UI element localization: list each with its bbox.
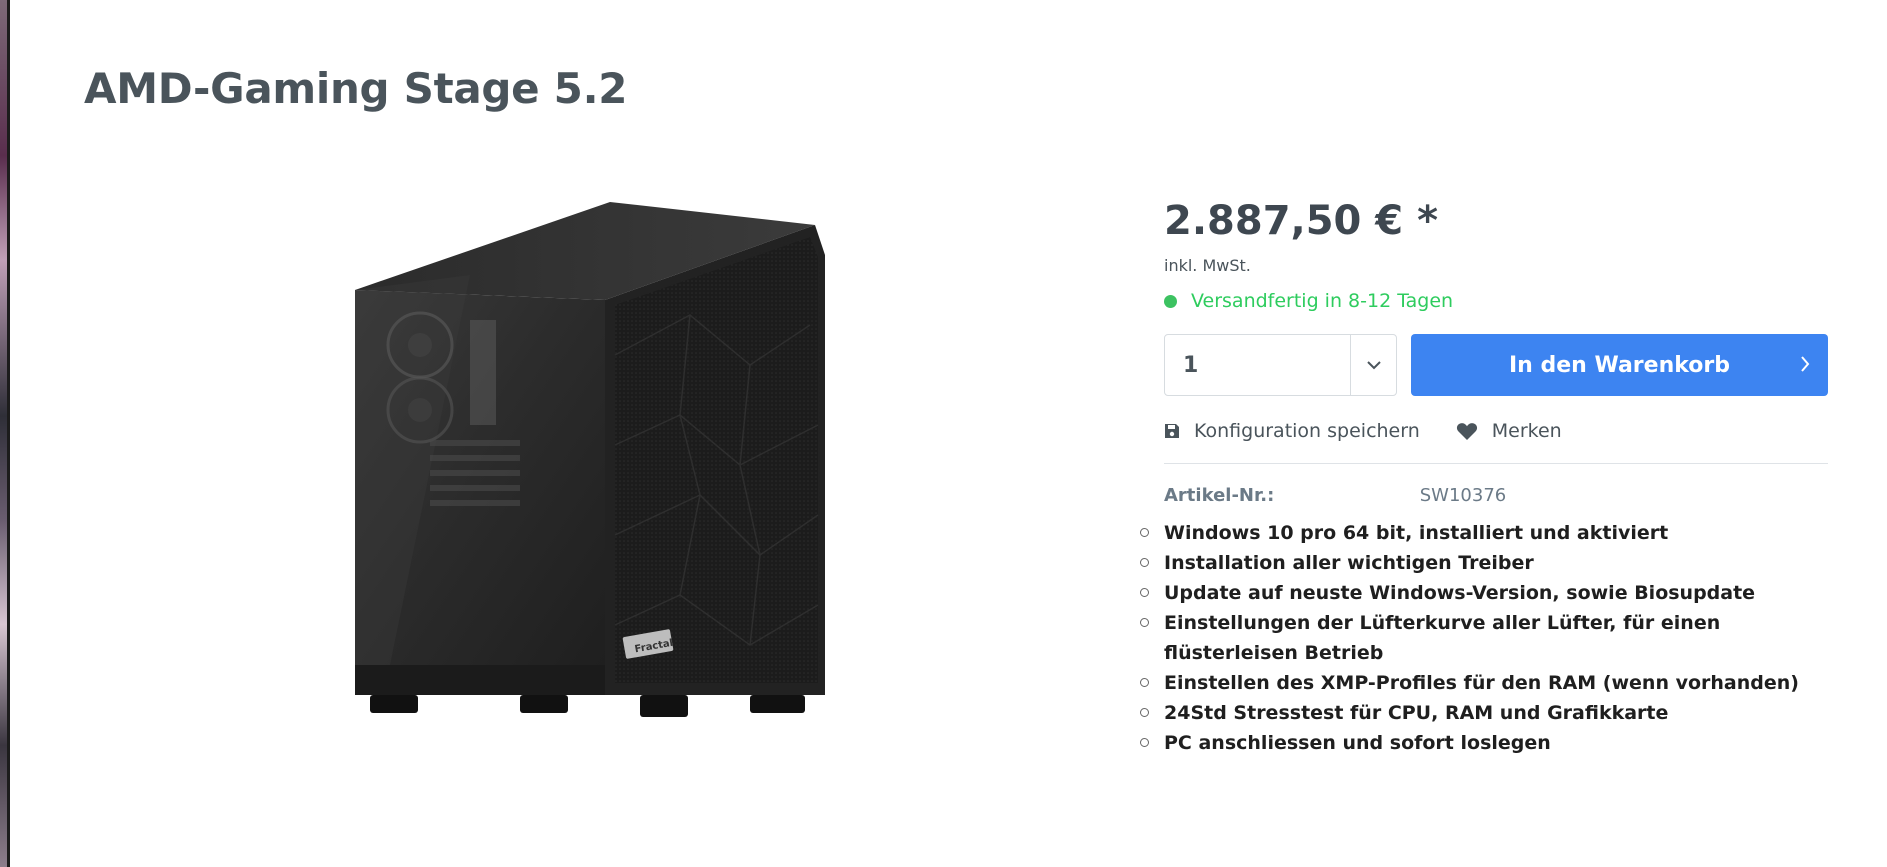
save-configuration-link[interactable]: Konfiguration speichern: [1164, 420, 1420, 442]
save-configuration-label: Konfiguration speichern: [1194, 420, 1420, 442]
list-item: Windows 10 pro 64 bit, installiert und a…: [1132, 518, 1832, 548]
product-price: 2.887,50 € *: [1164, 198, 1438, 244]
bullet-icon: [1140, 588, 1149, 597]
wishlist-label: Merken: [1491, 420, 1562, 442]
feature-list: Windows 10 pro 64 bit, installiert und a…: [1132, 518, 1832, 758]
status-dot-icon: [1164, 294, 1177, 308]
list-item: PC anschliessen und sofort loslegen: [1132, 728, 1832, 758]
quantity-value: 1: [1183, 352, 1199, 378]
chevron-right-icon: [1800, 354, 1810, 379]
product-title: AMD-Gaming Stage 5.2: [84, 64, 628, 113]
chevron-down-icon[interactable]: [1350, 335, 1396, 395]
list-item: 24Std Stresstest für CPU, RAM und Grafik…: [1132, 698, 1832, 728]
bullet-icon: [1140, 558, 1149, 567]
add-to-cart-label: In den Warenkorb: [1508, 352, 1730, 378]
quantity-select[interactable]: 1: [1164, 334, 1397, 396]
bullet-icon: [1140, 708, 1149, 717]
sku-row: Artikel-Nr.: SW10376: [1164, 485, 1506, 506]
divider: [1164, 463, 1828, 464]
list-item: Update auf neuste Windows-Version, sowie…: [1132, 578, 1832, 608]
bullet-icon: [1140, 678, 1149, 687]
delivery-status: Versandfertig in 8-12 Tagen: [1164, 290, 1453, 312]
product-actions: Konfiguration speichern Merken: [1164, 420, 1562, 442]
delivery-status-text: Versandfertig in 8-12 Tagen: [1191, 290, 1454, 312]
wishlist-link[interactable]: Merken: [1456, 420, 1562, 442]
window-edge-strip: [0, 0, 10, 867]
add-to-cart-button[interactable]: In den Warenkorb: [1411, 334, 1828, 396]
product-image: Fractal: [350, 195, 830, 735]
list-item: Einstellen des XMP-Profiles für den RAM …: [1132, 668, 1832, 698]
sku-value: SW10376: [1419, 485, 1507, 506]
list-item: Einstellungen der Lüfterkurve aller Lüft…: [1132, 608, 1832, 668]
bullet-icon: [1140, 528, 1149, 537]
bullet-icon: [1140, 738, 1149, 747]
bullet-icon: [1140, 618, 1149, 627]
tax-note: inkl. MwSt.: [1164, 256, 1251, 275]
list-item: Installation aller wichtigen Treiber: [1132, 548, 1832, 578]
heart-icon: [1456, 422, 1478, 441]
sku-label: Artikel-Nr.:: [1164, 485, 1275, 506]
floppy-disk-icon: [1164, 423, 1180, 439]
